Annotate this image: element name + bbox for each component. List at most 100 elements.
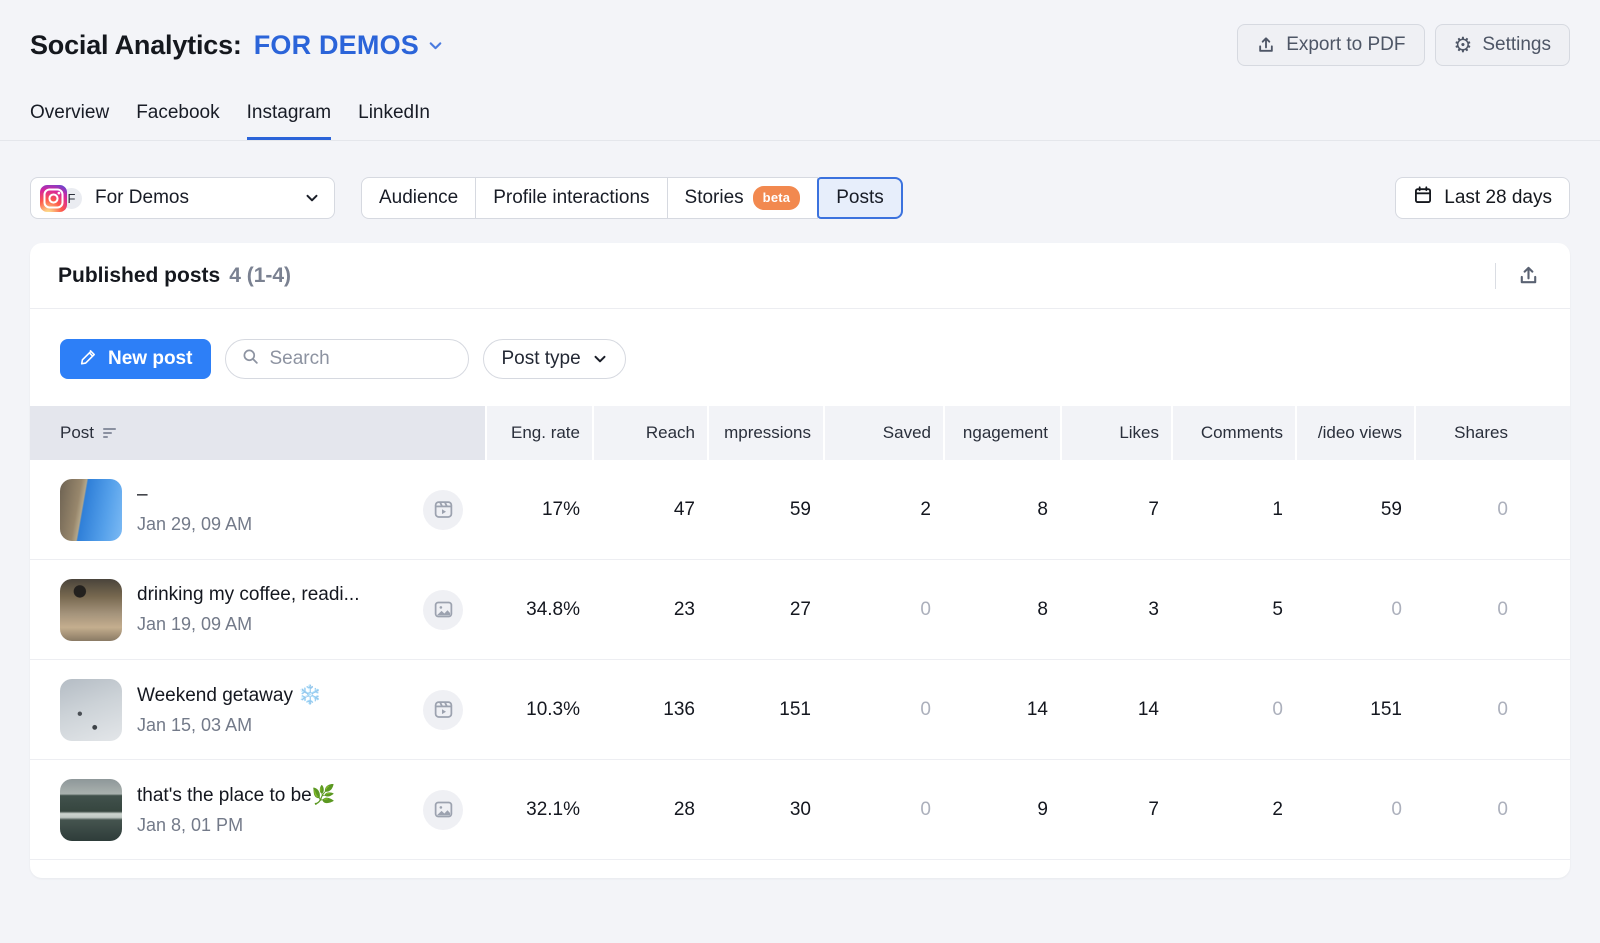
tab-linkedin[interactable]: LinkedIn	[358, 102, 430, 140]
cell-shares: 0	[1414, 599, 1570, 621]
report-segmented-control: Audience Profile interactions Stories be…	[361, 177, 903, 219]
post-type-dropdown[interactable]: Post type	[483, 339, 625, 379]
account-dropdown-label: FOR DEMOS	[254, 30, 419, 61]
profile-select[interactable]: F For Demos	[30, 177, 335, 219]
page-title: Social Analytics:	[30, 30, 242, 61]
search-icon	[241, 347, 260, 371]
column-header-saved: Saved	[823, 406, 943, 460]
cell-comments: 0	[1171, 699, 1295, 721]
photo-icon	[423, 790, 463, 830]
tab-instagram[interactable]: Instagram	[247, 102, 331, 140]
table-row[interactable]: that's the place to be🌿 Jan 8, 01 PM 32.…	[30, 760, 1570, 860]
cell-likes: 7	[1060, 799, 1171, 821]
divider	[1495, 263, 1496, 289]
pencil-icon	[79, 347, 98, 372]
new-post-label: New post	[108, 348, 192, 370]
settings-button[interactable]: ⚙ Settings	[1435, 24, 1570, 66]
segment-profile-interactions-label: Profile interactions	[493, 187, 649, 209]
channel-tabs: Overview Facebook Instagram LinkedIn	[30, 102, 1570, 140]
export-icon	[1256, 35, 1276, 55]
new-post-button[interactable]: New post	[60, 339, 211, 379]
date-range-button[interactable]: Last 28 days	[1395, 177, 1570, 219]
cell-engagement: 8	[943, 599, 1060, 621]
cell-video-views: 0	[1295, 799, 1414, 821]
column-header-shares: Shares	[1414, 406, 1570, 460]
post-title[interactable]: Weekend getaway ❄️	[137, 683, 322, 707]
post-cell: Weekend getaway ❄️ Jan 15, 03 AM	[30, 679, 485, 741]
export-table-button[interactable]	[1515, 262, 1542, 289]
gear-icon: ⚙	[1454, 35, 1473, 56]
cell-likes: 14	[1060, 699, 1171, 721]
tab-overview[interactable]: Overview	[30, 102, 109, 140]
cell-impressions: 30	[707, 799, 823, 821]
segment-audience[interactable]: Audience	[361, 177, 476, 219]
export-to-pdf-button[interactable]: Export to PDF	[1237, 24, 1424, 66]
posts-toolbar: New post Post type	[30, 309, 1570, 406]
cell-engagement: 9	[943, 799, 1060, 821]
panel-count: 4 (1-4)	[229, 264, 291, 288]
post-thumbnail[interactable]	[60, 779, 122, 841]
post-title[interactable]: –	[137, 484, 252, 506]
column-header-comments: Comments	[1171, 406, 1295, 460]
chevron-down-icon	[304, 190, 320, 206]
cell-reach: 28	[592, 799, 707, 821]
post-cell: – Jan 29, 09 AM	[30, 479, 485, 541]
published-posts-panel: Published posts 4 (1-4) New post	[30, 243, 1570, 878]
social-analytics-page: Social Analytics: FOR DEMOS Export to PD…	[0, 0, 1600, 140]
cell-likes: 3	[1060, 599, 1171, 621]
cell-saved: 2	[823, 499, 943, 521]
cell-reach: 23	[592, 599, 707, 621]
date-range-label: Last 28 days	[1444, 187, 1552, 209]
cell-comments: 5	[1171, 599, 1295, 621]
reel-icon	[423, 690, 463, 730]
column-header-engagement: ngagement	[943, 406, 1060, 460]
cell-comments: 1	[1171, 499, 1295, 521]
panel-title: Published posts	[58, 264, 220, 288]
segment-profile-interactions[interactable]: Profile interactions	[475, 177, 667, 219]
instagram-icon	[40, 185, 67, 212]
column-header-likes: Likes	[1060, 406, 1171, 460]
cell-saved: 0	[823, 599, 943, 621]
top-bar: Social Analytics: FOR DEMOS Export to PD…	[30, 0, 1570, 66]
table-row[interactable]: drinking my coffee, readi... Jan 19, 09 …	[30, 560, 1570, 660]
segment-posts[interactable]: Posts	[817, 177, 903, 219]
account-dropdown-link[interactable]: FOR DEMOS	[254, 30, 444, 61]
column-header-post[interactable]: Post	[30, 406, 485, 460]
chevron-down-icon	[427, 37, 444, 54]
post-date: Jan 19, 09 AM	[137, 614, 359, 635]
column-header-impressions: mpressions	[707, 406, 823, 460]
post-cell: that's the place to be🌿 Jan 8, 01 PM	[30, 779, 485, 841]
post-thumbnail[interactable]	[60, 679, 122, 741]
cell-impressions: 59	[707, 499, 823, 521]
post-title[interactable]: that's the place to be🌿	[137, 783, 335, 807]
cell-eng-rate: 34.8%	[485, 599, 592, 621]
cell-reach: 47	[592, 499, 707, 521]
post-date: Jan 15, 03 AM	[137, 715, 322, 736]
segment-stories-label: Stories	[685, 187, 744, 209]
export-to-pdf-label: Export to PDF	[1286, 34, 1405, 56]
cell-impressions: 151	[707, 699, 823, 721]
panel-header: Published posts 4 (1-4)	[30, 243, 1570, 309]
column-header-video-views: /ideo views	[1295, 406, 1414, 460]
post-thumbnail[interactable]	[60, 479, 122, 541]
post-thumbnail[interactable]	[60, 579, 122, 641]
cell-comments: 2	[1171, 799, 1295, 821]
table-row[interactable]: – Jan 29, 09 AM 17% 47 59 2 8 7 1 59 0	[30, 460, 1570, 560]
tab-facebook[interactable]: Facebook	[136, 102, 219, 140]
cell-engagement: 8	[943, 499, 1060, 521]
search-box	[225, 339, 469, 379]
column-header-post-label: Post	[60, 423, 94, 443]
table-header-row: Post Eng. rate Reach mpressions Saved ng…	[30, 406, 1570, 460]
table-row[interactable]: Weekend getaway ❄️ Jan 15, 03 AM 10.3% 1…	[30, 660, 1570, 760]
search-input[interactable]	[269, 348, 453, 370]
cell-video-views: 151	[1295, 699, 1414, 721]
post-cell: drinking my coffee, readi... Jan 19, 09 …	[30, 579, 485, 641]
cell-shares: 0	[1414, 699, 1570, 721]
cell-shares: 0	[1414, 499, 1570, 521]
filter-controls: F For Demos Audience Profile interaction…	[30, 177, 1570, 219]
post-title[interactable]: drinking my coffee, readi...	[137, 584, 359, 606]
column-header-reach: Reach	[592, 406, 707, 460]
segment-stories[interactable]: Stories beta	[667, 177, 819, 219]
column-header-eng-rate: Eng. rate	[485, 406, 592, 460]
post-date: Jan 29, 09 AM	[137, 514, 252, 535]
